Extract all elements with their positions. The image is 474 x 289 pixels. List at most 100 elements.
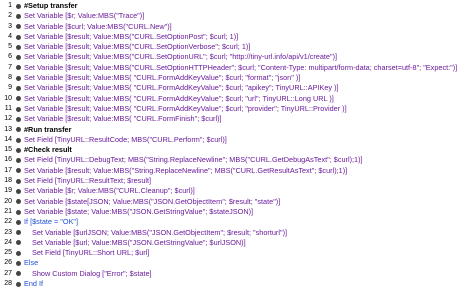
drag-handle-icon[interactable] bbox=[15, 3, 21, 9]
script-step-text: Set Variable [$result; Value:MBS("String… bbox=[24, 165, 348, 175]
script-line[interactable]: 11 Set Variable [$result; Value:MBS( "CUR… bbox=[0, 104, 474, 114]
script-line[interactable]: 5 Set Variable [$result; Value:MBS("CURL.… bbox=[0, 42, 474, 52]
script-step-text: Set Field [TinyURL::DebugText; MBS("Stri… bbox=[24, 155, 363, 165]
script-line[interactable]: 25 Set Field [TinyURL::Short URL; $url] bbox=[0, 248, 474, 258]
drag-handle-icon[interactable] bbox=[15, 158, 21, 164]
script-line[interactable]: 15 #Check result bbox=[0, 145, 474, 155]
drag-handle-icon[interactable] bbox=[15, 34, 21, 40]
script-line[interactable]: 10 Set Variable [$result; Value:MBS( "CUR… bbox=[0, 94, 474, 104]
drag-handle-icon[interactable] bbox=[15, 65, 21, 71]
drag-handle-icon[interactable] bbox=[15, 209, 21, 215]
script-line[interactable]: 28 End If bbox=[0, 279, 474, 289]
script-step-text: Set Variable [$result; Value:MBS("CURL.S… bbox=[24, 31, 239, 41]
script-line[interactable]: 20 Set Variable [$state[JSON; Value:MBS("… bbox=[0, 197, 474, 207]
drag-handle-icon[interactable] bbox=[15, 96, 21, 102]
script-line[interactable]: 14 Set Field [TinyURL::ResultCode; MBS("C… bbox=[0, 135, 474, 145]
line-number: 2 bbox=[8, 12, 12, 20]
line-number: 15 bbox=[4, 146, 12, 154]
line-number: 25 bbox=[4, 249, 12, 257]
script-line[interactable]: 27 Show Custom Dialog ["Error"; $state] bbox=[0, 269, 474, 279]
drag-handle-icon[interactable] bbox=[15, 137, 21, 143]
line-number: 3 bbox=[8, 22, 12, 30]
drag-handle-icon[interactable] bbox=[15, 44, 21, 50]
line-number: 21 bbox=[4, 207, 12, 215]
script-line[interactable]: 17 Set Variable [$result; Value:MBS("Stri… bbox=[0, 166, 474, 176]
drag-handle-icon[interactable] bbox=[15, 199, 21, 205]
drag-handle-icon[interactable] bbox=[15, 116, 21, 122]
script-line[interactable]: 26 Else bbox=[0, 258, 474, 268]
drag-handle-icon[interactable] bbox=[15, 219, 21, 225]
script-line[interactable]: 3 Set Variable [$curl; Value:MBS("CURL.Ne… bbox=[0, 22, 474, 32]
line-number: 14 bbox=[4, 135, 12, 143]
script-step-text: Set Variable [$result; Value:MBS( "CURL.… bbox=[24, 114, 222, 124]
line-number: 7 bbox=[8, 63, 12, 71]
script-step-text: #Setup transfer bbox=[24, 1, 78, 10]
drag-handle-icon[interactable] bbox=[15, 178, 21, 184]
script-line[interactable]: 8 Set Variable [$result; Value:MBS( "CURL… bbox=[0, 73, 474, 83]
script-step-text: Set Field [TinyURL::ResultText; $result] bbox=[24, 176, 152, 186]
script-line[interactable]: 18 Set Field [TinyURL::ResultText; $resul… bbox=[0, 176, 474, 186]
drag-handle-icon[interactable] bbox=[15, 168, 21, 174]
script-step-text: Set Variable [$result; Value:MBS( "CURL.… bbox=[24, 83, 339, 93]
line-number: 6 bbox=[8, 53, 12, 61]
line-number: 26 bbox=[4, 259, 12, 267]
script-step-text: Set Variable [$result; Value:MBS( "CURL.… bbox=[24, 103, 347, 113]
script-step-text: Set Variable [$result; Value:MBS("CURL.S… bbox=[24, 42, 251, 52]
script-step-text: Else bbox=[24, 258, 39, 268]
drag-handle-icon[interactable] bbox=[15, 281, 21, 287]
drag-handle-icon[interactable] bbox=[15, 24, 21, 30]
script-line[interactable]: 2 Set Variable [$r; Value:MBS("Trace")] bbox=[0, 11, 474, 21]
drag-handle-icon[interactable] bbox=[15, 127, 21, 133]
line-number: 4 bbox=[8, 32, 12, 40]
script-line[interactable]: 19 Set Variable [$r; Value:MBS("CURL.Clea… bbox=[0, 186, 474, 196]
script-step-text: Set Variable [$state[JSON; Value:MBS("JS… bbox=[24, 196, 281, 206]
script-step-text: Set Field [TinyURL::Short URL; $url] bbox=[32, 248, 150, 258]
script-step-text: #Check result bbox=[24, 145, 72, 155]
script-step-text: Set Variable [$result; Value:MBS( "CURL.… bbox=[24, 93, 334, 103]
line-number: 28 bbox=[4, 280, 12, 288]
script-line[interactable]: 12 Set Variable [$result; Value:MBS( "CUR… bbox=[0, 114, 474, 124]
line-number: 22 bbox=[4, 218, 12, 226]
drag-handle-icon[interactable] bbox=[15, 261, 21, 267]
script-line[interactable]: 1 #Setup transfer bbox=[0, 1, 474, 11]
drag-handle-icon[interactable] bbox=[15, 75, 21, 81]
drag-handle-icon[interactable] bbox=[15, 86, 21, 92]
script-step-text: Set Variable [$r; Value:MBS("Trace")] bbox=[24, 11, 145, 21]
script-line[interactable]: 6 Set Variable [$result; Value:MBS("CURL.… bbox=[0, 52, 474, 62]
drag-handle-icon[interactable] bbox=[15, 55, 21, 61]
drag-handle-icon[interactable] bbox=[15, 188, 21, 194]
line-number: 5 bbox=[8, 43, 12, 51]
script-line[interactable]: 7 Set Variable [$result; Value:MBS("CURL.… bbox=[0, 63, 474, 73]
script-step-text: Set Variable [$r; Value:MBS("CURL.Cleanu… bbox=[24, 186, 195, 196]
script-step-text: End If bbox=[24, 279, 44, 289]
script-line[interactable]: 13 #Run transfer bbox=[0, 125, 474, 135]
line-number: 17 bbox=[4, 166, 12, 174]
drag-handle-icon[interactable] bbox=[15, 250, 21, 256]
drag-handle-icon[interactable] bbox=[15, 271, 21, 277]
line-number: 9 bbox=[8, 84, 12, 92]
script-step-text: #Run transfer bbox=[24, 124, 72, 134]
script-step-text: Set Variable [$curl; Value:MBS("CURL.New… bbox=[24, 21, 172, 31]
script-line[interactable]: 9 Set Variable [$result; Value:MBS( "CURL… bbox=[0, 83, 474, 93]
line-number: 19 bbox=[4, 187, 12, 195]
script-line[interactable]: 23 Set Variable [$urlJSON; Value:MBS("JSO… bbox=[0, 228, 474, 238]
script-line[interactable]: 24 Set Variable [$url; Value:MBS("JSON.Ge… bbox=[0, 238, 474, 248]
line-number: 27 bbox=[4, 269, 12, 277]
script-line[interactable]: 21 Set Variable [$state; Value:MBS("JSON.… bbox=[0, 207, 474, 217]
line-number: 16 bbox=[4, 156, 12, 164]
line-number: 8 bbox=[8, 74, 12, 82]
line-number: 13 bbox=[4, 125, 12, 133]
script-line[interactable]: 16 Set Field [TinyURL::DebugText; MBS("St… bbox=[0, 155, 474, 165]
drag-handle-icon[interactable] bbox=[15, 13, 21, 19]
drag-handle-icon[interactable] bbox=[15, 230, 21, 236]
script-line[interactable]: 4 Set Variable [$result; Value:MBS("CURL.… bbox=[0, 32, 474, 42]
drag-handle-icon[interactable] bbox=[15, 106, 21, 112]
script-line[interactable]: 22 If [$state = "OK"] bbox=[0, 217, 474, 227]
drag-handle-icon[interactable] bbox=[15, 240, 21, 246]
script-step-text: If [$state = "OK"] bbox=[24, 217, 79, 227]
drag-handle-icon[interactable] bbox=[15, 147, 21, 153]
line-number: 20 bbox=[4, 197, 12, 205]
script-step-text: Set Variable [$result; Value:MBS( "CURL.… bbox=[24, 73, 301, 83]
script-step-text: Set Field [TinyURL::ResultCode; MBS("CUR… bbox=[24, 134, 227, 144]
script-step-text: Set Variable [$state; Value:MBS("JSON.Ge… bbox=[24, 206, 254, 216]
